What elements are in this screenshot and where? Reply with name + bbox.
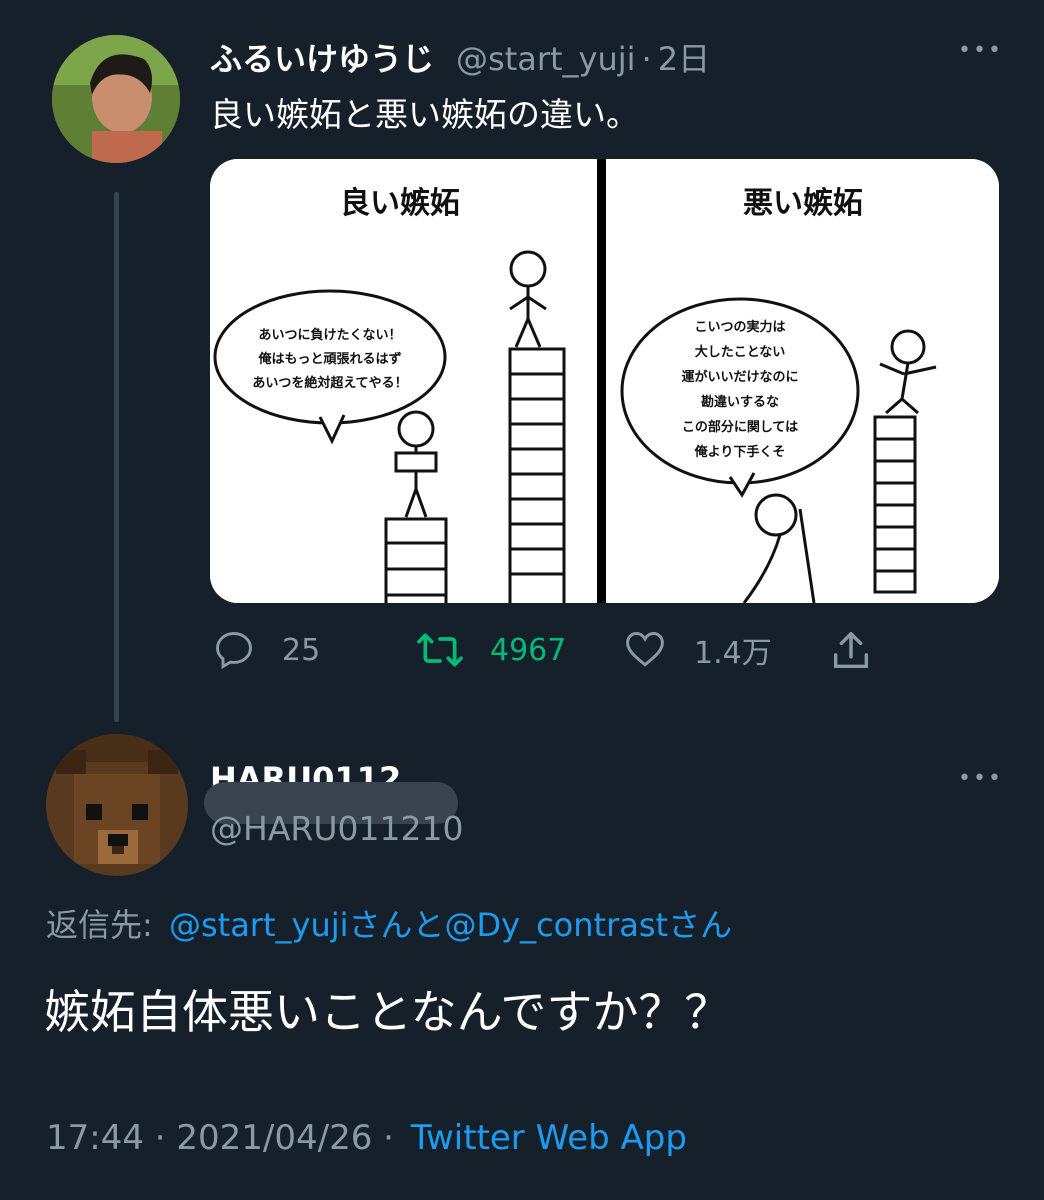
comic-illustration: 良い嫉妬 悪い嫉妬 あいつに負けたくない！ 俺はもっと頑張れるはずあいつを絶対超え…: [210, 159, 999, 603]
retweet-count: 4967: [490, 632, 567, 668]
heart-icon: [626, 632, 664, 667]
panel-divider: [597, 159, 606, 603]
reply-author-handle[interactable]: @HARU011210: [210, 814, 463, 852]
left-bubble-line: あいつを絶対超えてやる！: [252, 375, 407, 391]
author-avatar-photo: [52, 35, 180, 163]
right-bubble-line: 勘違いするな: [701, 394, 779, 410]
retweet-icon: [417, 633, 463, 667]
like-count: 1.4万: [694, 636, 772, 671]
reply-timestamp[interactable]: 17:44 · 2021/04/26 ·: [46, 1118, 394, 1158]
right-bubble-line: こいつの実力は: [694, 319, 785, 335]
reply-author-avatar[interactable]: [46, 734, 188, 876]
reply-more-options-icon[interactable]: •••: [958, 766, 1003, 791]
tweet-image[interactable]: 良い嫉妬 悪い嫉妬 あいつに負けたくない！ 俺はもっと頑張れるはず あいつを絶対超え…: [210, 159, 999, 603]
share-icon: [833, 632, 869, 669]
reply-to-users[interactable]: @start_yujiさんと@Dy_contrastさん: [169, 906, 732, 944]
reply-source[interactable]: Twitter Web App: [411, 1118, 687, 1158]
reply-to-line: 返信先: @start_yujiさんと@Dy_contrastさん: [46, 900, 732, 946]
tweet-text: 良い嫉妬と悪い嫉妬の違い。: [210, 95, 639, 134]
reply-count: 25: [282, 632, 321, 668]
bear-avatar-image: [46, 734, 188, 876]
share-action[interactable]: [828, 628, 874, 674]
header-separator: ·: [641, 40, 652, 78]
left-bubble-line: 俺はもっと頑張れるはず: [257, 351, 401, 367]
right-bubble-line: この部分に関しては: [682, 419, 798, 435]
author-name[interactable]: ふるいけゆうじ: [210, 34, 434, 80]
left-panel-title: 良い嫉妬: [340, 186, 460, 221]
like-action[interactable]: 1.4万: [622, 628, 772, 672]
reply-text: 嫉妬自体悪いことなんですか？？: [44, 985, 731, 1039]
left-bubble-line: あいつに負けたくない！: [258, 327, 401, 343]
right-bubble-line: 俺より下手くそ: [694, 444, 786, 460]
right-bubble-line: 運がいいだけなのに: [681, 369, 798, 385]
retweet-action[interactable]: 4967: [416, 628, 566, 672]
reply-to-label: 返信先:: [46, 906, 153, 944]
reply-icon: [216, 632, 252, 670]
right-bubble-line: 大したことない: [695, 344, 786, 360]
more-options-icon[interactable]: •••: [958, 38, 1003, 63]
reply-meta: 17:44 · 2021/04/26 · Twitter Web App: [46, 1118, 687, 1158]
tweet-time-ago[interactable]: 2日: [658, 34, 710, 80]
author-handle[interactable]: @start_yuji: [456, 40, 636, 78]
thread-connector-line: [114, 192, 119, 722]
author-avatar[interactable]: [52, 35, 180, 163]
tweet-header: ふるいけゆうじ @start_yuji · 2日: [210, 34, 710, 78]
reply-action[interactable]: 25: [212, 628, 320, 672]
right-panel-title: 悪い嫉妬: [743, 186, 863, 221]
